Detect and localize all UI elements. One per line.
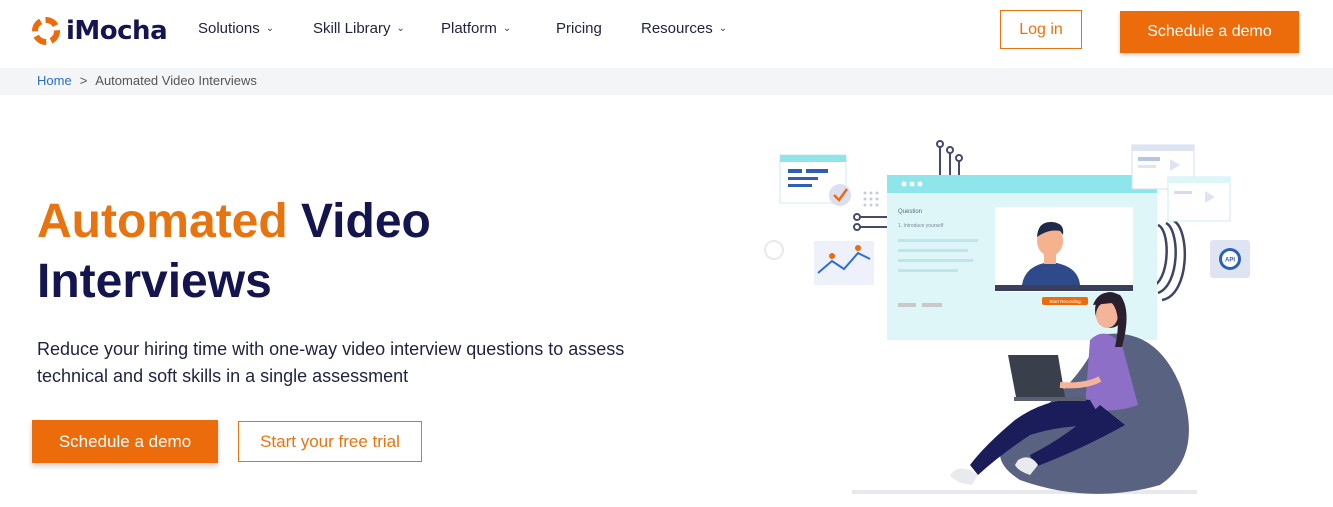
breadcrumb-separator: > [79,73,88,88]
chevron-down-icon: ⌄ [502,23,512,34]
logo-mark-icon [32,17,60,45]
nav-solutions-label: Solutions [198,20,260,37]
nav-solutions[interactable]: Solutions ⌄ [198,20,274,37]
chevron-down-icon: ⌄ [396,23,405,34]
nav-platform[interactable]: Platform ⌄ [441,20,511,37]
nav-resources-label: Resources [641,20,713,37]
title-word-video: Video [301,195,431,248]
schedule-demo-button[interactable]: Schedule a demo [32,420,218,463]
logo-text: iMocha [66,16,168,46]
video-interview-illustration: Question 1. Introduce yourself Start Rec… [764,140,1250,494]
chevron-down-icon: ⌄ [265,23,275,34]
top-navigation: iMocha Solutions ⌄ Skill Library ⌄ Platf… [0,0,1333,66]
chevron-down-icon: ⌄ [718,23,728,34]
page-title: Automated Video Interviews [37,192,557,312]
illustration-question-text: 1. Introduce yourself [898,223,944,229]
title-word-interviews: Interviews [37,255,272,308]
breadcrumb-current: Automated Video Interviews [95,73,257,88]
breadcrumb-home-link[interactable]: Home [37,73,72,88]
nav-skill-library-label: Skill Library [313,20,391,37]
nav-platform-label: Platform [441,20,497,37]
breadcrumb: Home > Automated Video Interviews [0,68,1333,95]
nav-pricing-label: Pricing [556,20,602,37]
nav-pricing[interactable]: Pricing [556,20,602,37]
illustration-question-label: Question [898,209,922,215]
nav-resources[interactable]: Resources ⌄ [641,20,727,37]
start-free-trial-button[interactable]: Start your free trial [238,421,422,462]
title-highlight: Automated [37,195,288,248]
imocha-logo[interactable]: iMocha [30,14,168,48]
login-button[interactable]: Log in [1000,10,1082,49]
hero-subtitle: Reduce your hiring time with one-way vid… [37,339,625,386]
illustration-record-button: Start Recording [1049,299,1081,304]
schedule-demo-header-button[interactable]: Schedule a demo [1120,11,1299,53]
illustration-api-label: API [1225,258,1235,264]
nav-skill-library[interactable]: Skill Library ⌄ [313,20,405,37]
